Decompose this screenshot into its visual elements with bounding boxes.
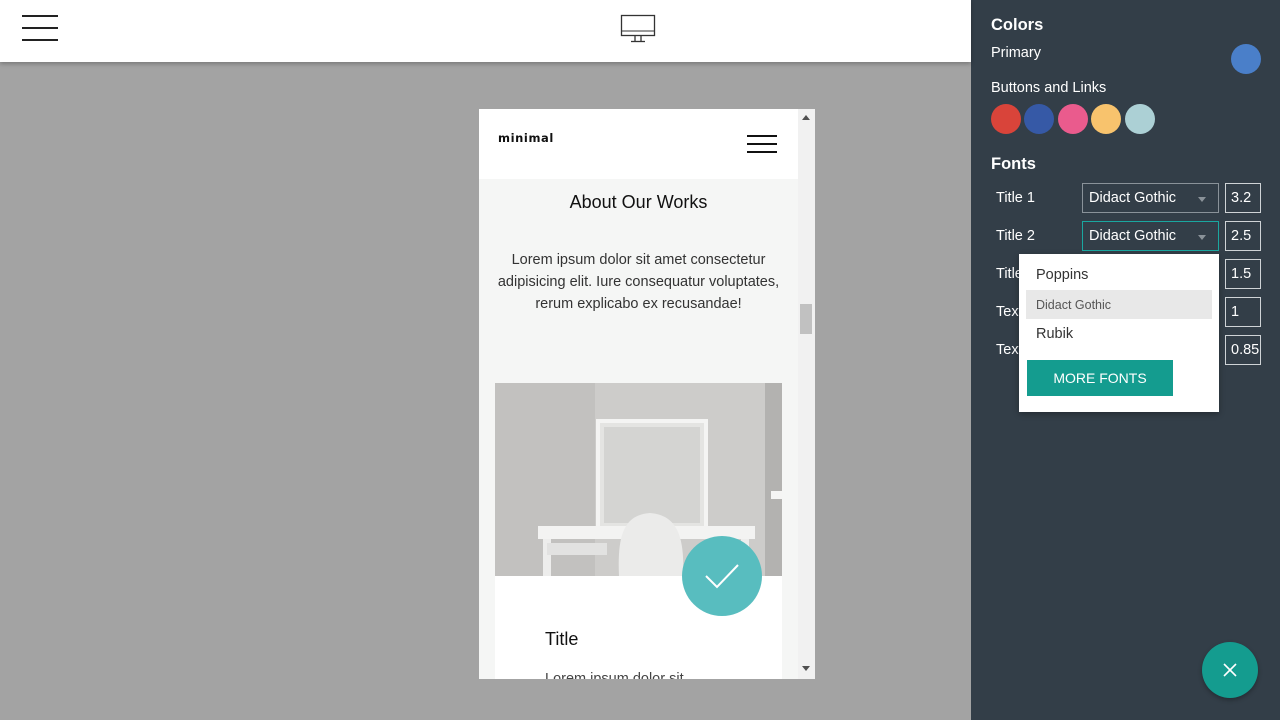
preview-brand: minimal	[498, 131, 554, 145]
font-row-label-title-2: Title 2	[996, 228, 1035, 244]
color-swatch-yellow[interactable]	[1091, 104, 1121, 134]
buttons-links-label: Buttons and Links	[991, 80, 1107, 96]
scroll-up-arrow-icon[interactable]	[802, 115, 810, 120]
primary-label: Primary	[991, 45, 1041, 61]
font-size-input-text-1[interactable]: 1	[1225, 297, 1261, 327]
font-select-title-2[interactable]: Didact Gothic	[1082, 221, 1219, 251]
font-option-poppins[interactable]: Poppins	[1026, 260, 1212, 289]
more-fonts-button[interactable]: MORE FONTS	[1027, 360, 1173, 396]
style-panel: Colors Primary Buttons and Links Fonts T…	[971, 0, 1280, 720]
color-swatch-blue[interactable]	[1024, 104, 1054, 134]
preview-scrollbar[interactable]	[798, 109, 815, 679]
font-select-value: Didact Gothic	[1089, 228, 1177, 244]
font-option-rubik[interactable]: Rubik	[1026, 319, 1212, 348]
close-icon	[1223, 663, 1237, 677]
hamburger-menu-icon[interactable]	[22, 15, 58, 41]
work-card: Title Lorem ipsum dolor sit	[495, 383, 782, 679]
section-text: Lorem ipsum dolor sit amet consectetur a…	[497, 252, 780, 312]
desktop-monitor-icon[interactable]	[620, 14, 656, 44]
mobile-preview: minimal About Our Works Lorem ipsum dolo…	[479, 109, 815, 679]
scroll-thumb[interactable]	[800, 304, 812, 334]
font-select-title-1[interactable]: Didact Gothic	[1082, 183, 1219, 213]
font-size-input-title-1[interactable]: 3.2	[1225, 183, 1261, 213]
section-title: About Our Works	[569, 192, 708, 212]
font-size-input-title-3[interactable]: 1.5	[1225, 259, 1261, 289]
color-swatch-light-blue[interactable]	[1125, 104, 1155, 134]
color-swatch-red[interactable]	[991, 104, 1021, 134]
chevron-down-icon	[1198, 235, 1206, 240]
preview-menu-icon[interactable]	[747, 135, 777, 155]
font-option-didact-gothic[interactable]: Didact Gothic	[1026, 290, 1212, 319]
font-size-input-text-2[interactable]: 0.85	[1225, 335, 1261, 365]
chevron-down-icon	[1198, 197, 1206, 202]
preview-header: minimal	[479, 109, 798, 179]
font-select-value: Didact Gothic	[1089, 190, 1177, 206]
checkmark-icon	[682, 536, 762, 616]
primary-color-swatch[interactable]	[1231, 44, 1261, 74]
card-title: Title	[545, 629, 579, 649]
font-dropdown: Poppins Didact Gothic Rubik MORE FONTS	[1019, 254, 1219, 412]
fonts-heading: Fonts	[991, 155, 1036, 173]
colors-heading: Colors	[991, 16, 1044, 34]
font-size-input-title-2[interactable]: 2.5	[1225, 221, 1261, 251]
font-row-label-title-1: Title 1	[996, 190, 1035, 206]
close-panel-button[interactable]	[1202, 642, 1258, 698]
card-text: Lorem ipsum dolor sit	[545, 671, 684, 679]
top-bar	[0, 0, 971, 62]
color-swatch-pink[interactable]	[1058, 104, 1088, 134]
scroll-down-arrow-icon[interactable]	[802, 666, 810, 671]
